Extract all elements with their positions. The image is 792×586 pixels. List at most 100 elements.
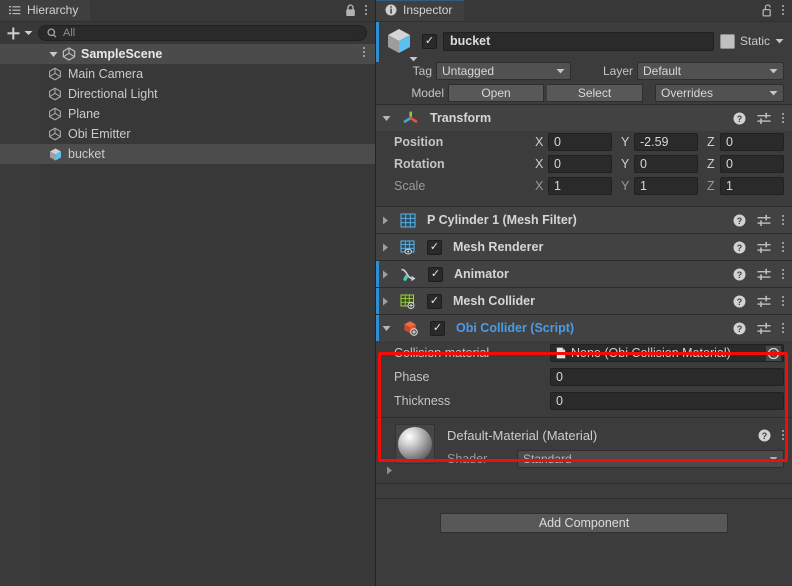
- collision-material-object-field[interactable]: None (Obi Collision Material): [550, 344, 784, 362]
- tag-layer-row: Tag Untagged Layer Default: [376, 60, 792, 82]
- shader-dropdown[interactable]: Standard: [517, 450, 784, 468]
- object-picker-icon[interactable]: [766, 345, 781, 361]
- kebab-menu-icon[interactable]: [782, 113, 784, 123]
- animator-icon: [400, 267, 417, 282]
- component-header-mesh-filter[interactable]: P Cylinder 1 (Mesh Filter) ?: [376, 207, 792, 233]
- hierarchy-item-label: bucket: [68, 147, 105, 161]
- object-name-input[interactable]: bucket: [443, 31, 714, 51]
- kebab-menu-icon[interactable]: [365, 5, 367, 15]
- tab-hierarchy[interactable]: Hierarchy: [0, 0, 91, 21]
- help-circle-icon[interactable]: ?: [733, 268, 746, 281]
- foldout-triangle-icon[interactable]: [382, 243, 389, 252]
- script-asset-icon: [556, 347, 566, 359]
- phase-input[interactable]: 0: [550, 368, 784, 386]
- foldout-triangle-icon[interactable]: [382, 297, 389, 306]
- object-header: ✓ bucket Static: [376, 22, 792, 62]
- sphere-thumbnail: [398, 427, 432, 461]
- model-label: Model: [411, 86, 444, 100]
- rotation-x-input[interactable]: 0: [548, 155, 612, 173]
- inspector-tabbar: Inspector: [376, 0, 792, 22]
- foldout-triangle-icon[interactable]: [382, 115, 391, 122]
- preset-sliders-icon[interactable]: [757, 268, 771, 281]
- help-circle-icon[interactable]: ?: [733, 112, 746, 125]
- model-open-button[interactable]: Open: [448, 84, 544, 102]
- hierarchy-tree[interactable]: SampleScene Main Camera Directional Ligh…: [0, 44, 375, 586]
- preset-sliders-icon[interactable]: [757, 295, 771, 308]
- kebab-menu-icon[interactable]: [782, 5, 784, 15]
- position-z-input[interactable]: 0: [720, 133, 784, 151]
- position-y-input[interactable]: -2.59: [634, 133, 698, 151]
- kebab-menu-icon[interactable]: [363, 47, 365, 57]
- help-circle-icon[interactable]: ?: [733, 295, 746, 308]
- preset-sliders-icon[interactable]: [757, 241, 771, 254]
- foldout-triangle-icon[interactable]: [46, 51, 60, 58]
- tag-dropdown[interactable]: Untagged: [436, 62, 571, 80]
- hierarchy-item-main-camera[interactable]: Main Camera: [0, 64, 375, 84]
- hierarchy-search-input[interactable]: All: [38, 25, 367, 41]
- component-enabled-checkbox[interactable]: ✓: [428, 266, 443, 282]
- help-circle-icon[interactable]: ?: [758, 429, 771, 442]
- rotation-z-input[interactable]: 0: [720, 155, 784, 173]
- tab-inspector[interactable]: Inspector: [376, 0, 465, 21]
- create-object-button[interactable]: [6, 26, 33, 41]
- help-circle-icon[interactable]: ?: [733, 214, 746, 227]
- preset-sliders-icon[interactable]: [757, 112, 771, 125]
- hierarchy-item-label: Main Camera: [68, 67, 144, 81]
- kebab-menu-icon[interactable]: [782, 430, 784, 440]
- help-circle-icon[interactable]: ?: [733, 241, 746, 254]
- kebab-menu-icon[interactable]: [782, 269, 784, 279]
- add-component-button[interactable]: Add Component: [440, 513, 728, 533]
- kebab-menu-icon[interactable]: [782, 215, 784, 225]
- position-x-input[interactable]: 0: [548, 133, 612, 151]
- foldout-triangle-icon[interactable]: [382, 216, 389, 225]
- help-circle-icon[interactable]: ?: [733, 322, 746, 335]
- property-label: Rotation: [394, 157, 445, 171]
- layer-value: Default: [643, 64, 682, 78]
- component-header-obi-collider[interactable]: ✓ Obi Collider (Script) ?: [376, 315, 792, 341]
- thickness-input[interactable]: 0: [550, 392, 784, 410]
- model-select-button[interactable]: Select: [547, 84, 643, 102]
- hierarchy-item-samplescene[interactable]: SampleScene: [0, 44, 375, 64]
- chevron-down-icon[interactable]: [409, 56, 418, 62]
- component-enabled-checkbox[interactable]: ✓: [427, 239, 442, 255]
- scale-z-input[interactable]: 1: [720, 177, 784, 195]
- hierarchy-item-plane[interactable]: Plane: [0, 104, 375, 124]
- component-header-transform[interactable]: Transform ?: [376, 105, 792, 131]
- foldout-triangle-icon[interactable]: [386, 466, 393, 475]
- chevron-down-icon[interactable]: [775, 38, 784, 44]
- component-header-animator[interactable]: ✓ Animator ?: [376, 261, 792, 287]
- layer-dropdown[interactable]: Default: [637, 62, 784, 80]
- object-enabled-checkbox[interactable]: ✓: [422, 33, 437, 49]
- rotation-y-input[interactable]: 0: [634, 155, 698, 173]
- svg-text:?: ?: [737, 215, 743, 225]
- static-checkbox[interactable]: [719, 33, 735, 49]
- material-header-icons: ?: [758, 429, 784, 442]
- overrides-dropdown[interactable]: Overrides: [655, 84, 784, 102]
- hierarchy-item-obi-emitter[interactable]: Obi Emitter: [0, 124, 375, 144]
- scale-y-input[interactable]: 1: [634, 177, 698, 195]
- preset-sliders-icon[interactable]: [757, 214, 771, 227]
- kebab-menu-icon[interactable]: [782, 296, 784, 306]
- hierarchy-item-directional-light[interactable]: Directional Light: [0, 84, 375, 104]
- shader-label: Shader: [447, 452, 488, 466]
- lock-open-icon[interactable]: [762, 3, 773, 17]
- material-preview-block: Default-Material (Material) ? Shader Sta…: [376, 418, 792, 475]
- foldout-triangle-icon[interactable]: [382, 325, 391, 332]
- lock-closed-icon[interactable]: [345, 3, 356, 17]
- component-header-mesh-collider[interactable]: ✓ Mesh Collider ?: [376, 288, 792, 314]
- component-header-mesh-renderer[interactable]: ✓ Mesh Renderer ?: [376, 234, 792, 260]
- kebab-menu-icon[interactable]: [782, 242, 784, 252]
- component-enabled-checkbox[interactable]: ✓: [430, 320, 445, 336]
- hierarchy-list-icon: [9, 5, 21, 16]
- kebab-menu-icon[interactable]: [782, 323, 784, 333]
- component-enabled-checkbox[interactable]: ✓: [427, 293, 442, 309]
- axis-label-y: Y: [621, 135, 630, 149]
- axis-label-z: Z: [707, 179, 715, 193]
- transform-axes-icon: [402, 110, 419, 127]
- property-label: Scale: [394, 179, 426, 193]
- info-circle-icon: [385, 4, 397, 16]
- hierarchy-item-bucket[interactable]: bucket: [0, 144, 375, 164]
- foldout-triangle-icon[interactable]: [382, 270, 389, 279]
- preset-sliders-icon[interactable]: [757, 322, 771, 335]
- scale-x-input[interactable]: 1: [548, 177, 612, 195]
